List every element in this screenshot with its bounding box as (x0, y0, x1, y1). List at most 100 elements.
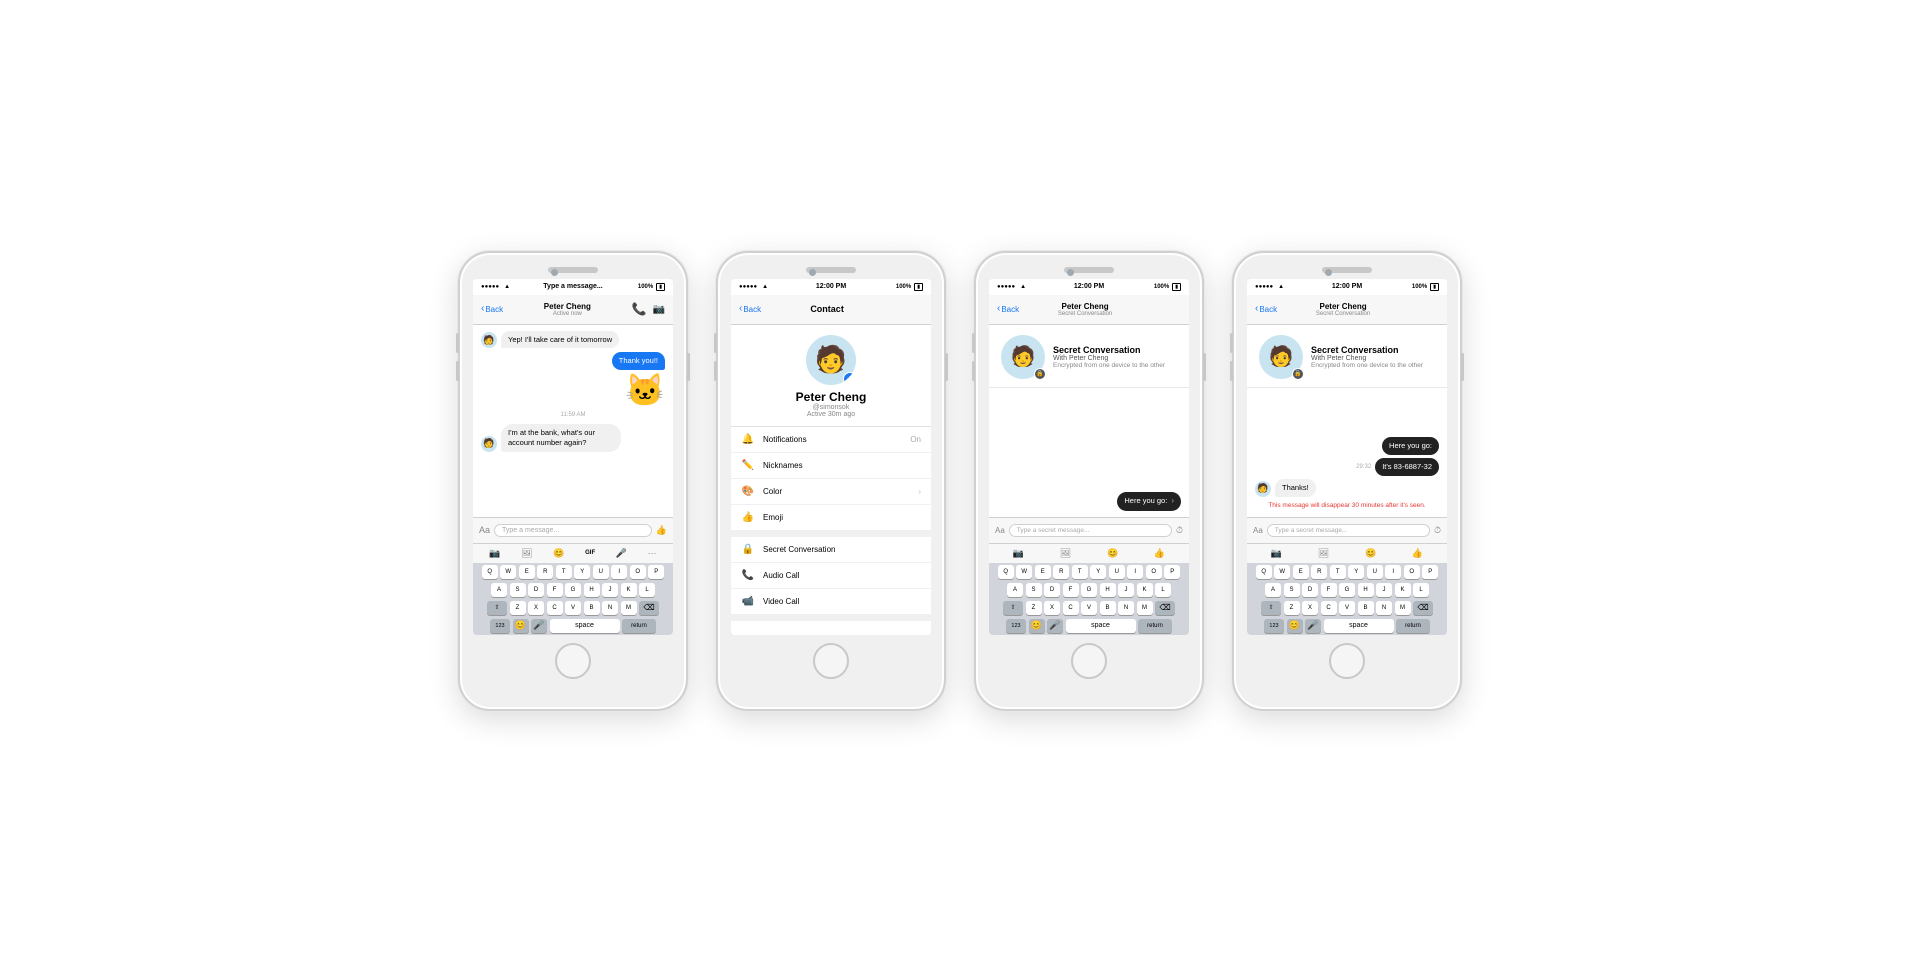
contact-username: @simonsok (813, 404, 850, 411)
key-b[interactable]: B (584, 601, 600, 615)
nav-title-4: Peter Cheng (1277, 302, 1409, 311)
photo-icon[interactable]: 🖼 (1060, 548, 1071, 559)
key-p[interactable]: P (648, 565, 664, 579)
phone-3: ●●●●●▲ 12:00 PM 100%▮ ‹ Back Peter Cheng… (974, 251, 1204, 711)
video-icon[interactable]: 📷 (653, 304, 665, 315)
back-button-3[interactable]: ‹ Back (997, 304, 1019, 314)
phone-4: ●●●●●▲ 12:00 PM 100%▮ ‹ Back Peter Cheng… (1232, 251, 1462, 711)
back-button-2[interactable]: ‹ Back (739, 304, 761, 314)
key-123[interactable]: 123 (490, 619, 510, 633)
menu-section-2: 🔒 Secret Conversation 📞 Audio Call 📹 Vid… (731, 537, 931, 621)
key-f[interactable]: F (547, 583, 563, 597)
like-icon[interactable]: 👍 (1412, 548, 1423, 559)
timer-icon[interactable]: ⏱ (1434, 525, 1441, 536)
secret-message-input-4[interactable]: Type a secret message... (1267, 524, 1430, 537)
message-bubble: Yep! I'll take care of it tomorrow (501, 331, 619, 349)
like-icon[interactable]: 👍 (656, 525, 667, 536)
phone-1: ●●●●● ▲ Type a message... 100% ▮ ‹ Back … (458, 251, 688, 711)
menu-nicknames[interactable]: ✏️ Nicknames (731, 453, 931, 479)
camera-icon[interactable]: 📷 (1271, 548, 1282, 559)
secret-message-input[interactable]: Type a secret message... (1009, 524, 1172, 537)
key-m[interactable]: M (621, 601, 637, 615)
key-space[interactable]: space (550, 619, 620, 633)
dark-bubble: It's 83-6887-32 (1375, 458, 1439, 476)
menu-secret-conversation[interactable]: 🔒 Secret Conversation (731, 537, 931, 563)
photo-icon[interactable]: 🖼 (1318, 548, 1329, 559)
key-d[interactable]: D (528, 583, 544, 597)
key-return[interactable]: return (622, 619, 656, 633)
chat-area-4: Here you go: 29:32 It's 83-6887-32 🧑 Tha… (1247, 388, 1447, 517)
key-t[interactable]: T (556, 565, 572, 579)
contact-menu: 🔔 Notifications On ✏️ Nicknames 🎨 Color … (731, 427, 931, 635)
aa-icon: Aa (995, 526, 1005, 535)
key-w[interactable]: W (500, 565, 516, 579)
key-shift[interactable]: ⇧ (487, 601, 507, 615)
key-c[interactable]: C (547, 601, 563, 615)
key-y[interactable]: Y (574, 565, 590, 579)
avatar: 🧑 (481, 332, 497, 348)
home-button[interactable] (813, 643, 849, 679)
key-n[interactable]: N (602, 601, 618, 615)
key-delete[interactable]: ⌫ (639, 601, 659, 615)
nav-bar-3: ‹ Back Peter Cheng Secret Conversation (989, 295, 1189, 325)
key-k[interactable]: K (621, 583, 637, 597)
contact-header: 🧑 ✈ Peter Cheng @simonsok Active 30m ago (731, 325, 931, 427)
menu-audio-call[interactable]: 📞 Audio Call (731, 563, 931, 589)
key-v[interactable]: V (565, 601, 581, 615)
back-button-4[interactable]: ‹ Back (1255, 304, 1277, 314)
like-icon[interactable]: 👍 (1154, 548, 1165, 559)
menu-label: Color (763, 487, 910, 496)
menu-video-call[interactable]: 📹 Video Call (731, 589, 931, 615)
key-q[interactable]: Q (482, 565, 498, 579)
camera-icon[interactable]: 📷 (489, 548, 500, 559)
emoji-icon[interactable]: 😊 (1365, 548, 1376, 559)
gif-icon[interactable]: GIF (585, 550, 595, 556)
message-input[interactable]: Type a message... (494, 524, 652, 537)
home-button[interactable] (1071, 643, 1107, 679)
dots-icon[interactable]: ··· (648, 548, 657, 558)
key-o[interactable]: O (630, 565, 646, 579)
phone-2: ●●●●●▲ 12:00 PM 100%▮ ‹ Back Contact 🧑 (716, 251, 946, 711)
secret-desc: Encrypted from one device to the other (1053, 362, 1177, 369)
key-s[interactable]: S (510, 583, 526, 597)
key-i[interactable]: I (611, 565, 627, 579)
menu-notifications[interactable]: 🔔 Notifications On (731, 427, 931, 453)
message-row: 🧑 Yep! I'll take care of it tomorrow (481, 331, 665, 349)
key-g[interactable]: G (565, 583, 581, 597)
key-l[interactable]: L (639, 583, 655, 597)
key-h[interactable]: H (584, 583, 600, 597)
key-u[interactable]: U (593, 565, 609, 579)
home-button[interactable] (555, 643, 591, 679)
timed-message-row: 29:32 It's 83-6887-32 (1255, 458, 1439, 476)
mic-icon[interactable]: 🎤 (616, 548, 627, 559)
menu-emoji[interactable]: 👍 Emoji (731, 505, 931, 531)
chevron-icon: › (918, 487, 921, 496)
emoji-icon[interactable]: 😊 (553, 548, 564, 559)
status-bar: ●●●●●▲ 12:00 PM 100%▮ (989, 279, 1189, 295)
nav-title-1: Peter Cheng (503, 302, 631, 311)
key-mic[interactable]: 🎤 (531, 619, 547, 633)
nav-bar-1: ‹ Back Peter Cheng Active now 📞 📷 (473, 295, 673, 325)
chat-area-1: 🧑 Yep! I'll take care of it tomorrow Tha… (473, 325, 673, 517)
key-a[interactable]: A (491, 583, 507, 597)
message-row: Here you go: › (997, 492, 1181, 510)
message-bubble: Thank you!! (612, 352, 665, 370)
key-r[interactable]: R (537, 565, 553, 579)
home-button[interactable] (1329, 643, 1365, 679)
keyboard-3: QWERTYUIOP ASDFGHJKL ⇧ZXCVBNM⌫ 123😊🎤spac… (989, 563, 1189, 635)
key-z[interactable]: Z (510, 601, 526, 615)
emoji-icon[interactable]: 😊 (1107, 548, 1118, 559)
call-icon[interactable]: 📞 (632, 302, 647, 316)
photo-icon[interactable]: 🖼 (521, 548, 532, 559)
back-button-1[interactable]: ‹ Back (481, 304, 503, 314)
key-e[interactable]: E (519, 565, 535, 579)
key-x[interactable]: X (528, 601, 544, 615)
contact-name: Peter Cheng (796, 390, 867, 404)
camera-icon[interactable]: 📷 (1013, 548, 1024, 559)
messenger-badge: ✈ (843, 372, 856, 385)
menu-color[interactable]: 🎨 Color › (731, 479, 931, 505)
key-emoji[interactable]: 😊 (513, 619, 529, 633)
timer-icon[interactable]: ⏱ (1176, 525, 1183, 536)
key-j[interactable]: J (602, 583, 618, 597)
sticker: 🐱 (625, 374, 665, 406)
